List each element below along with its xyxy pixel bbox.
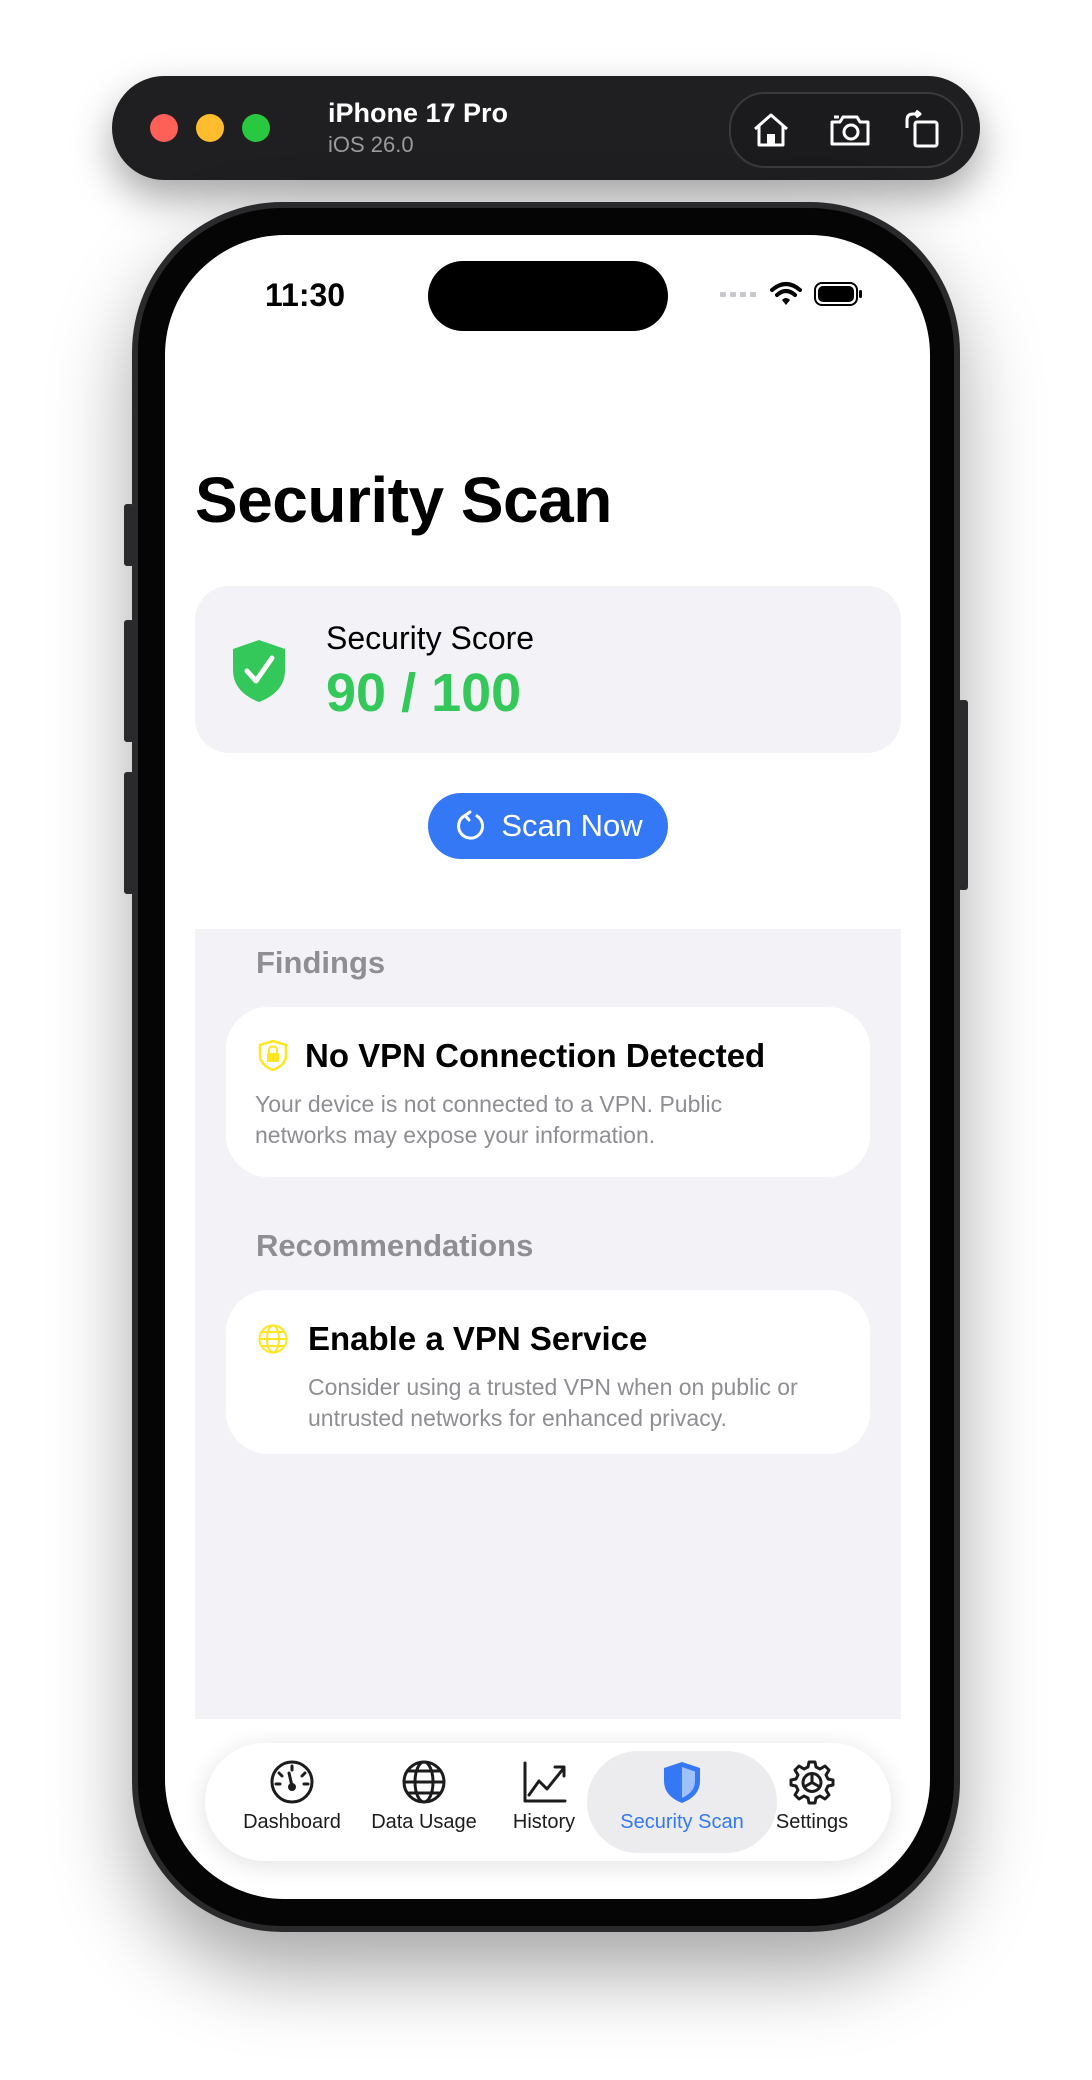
zoom-window-button[interactable] bbox=[242, 114, 270, 142]
home-icon[interactable] bbox=[749, 108, 793, 152]
tab-data-usage[interactable]: Data Usage bbox=[359, 1759, 489, 1834]
tab-label: Settings bbox=[775, 1811, 849, 1833]
tab-bar: Dashboard Data Usage History Security Sc… bbox=[205, 1743, 891, 1861]
battery-icon bbox=[814, 282, 862, 306]
tab-dashboard[interactable]: Dashboard bbox=[227, 1759, 357, 1834]
simulator-toolbar: iPhone 17 Pro iOS 26.0 bbox=[112, 76, 980, 180]
gear-icon bbox=[789, 1760, 835, 1805]
screenshot-icon[interactable] bbox=[828, 108, 872, 152]
minimize-window-button[interactable] bbox=[196, 114, 224, 142]
scan-now-label: Scan Now bbox=[501, 808, 643, 843]
tab-history[interactable]: History bbox=[479, 1759, 609, 1834]
gauge-icon bbox=[270, 1760, 314, 1804]
tab-label: Data Usage bbox=[371, 1811, 477, 1833]
simulator-tools bbox=[729, 92, 963, 168]
tab-security-scan[interactable]: Security Scan bbox=[617, 1759, 747, 1834]
globe-icon bbox=[258, 1324, 288, 1354]
finding-title: No VPN Connection Detected bbox=[305, 1037, 766, 1074]
recommendation-description-line: Consider using a trusted VPN when on pub… bbox=[308, 1374, 798, 1400]
globe-icon bbox=[402, 1760, 446, 1804]
security-score-value: 90 / 100 bbox=[326, 663, 522, 723]
scan-now-button[interactable]: Scan Now bbox=[428, 793, 668, 859]
security-score-label: Security Score bbox=[326, 620, 535, 656]
lock-shield-icon bbox=[258, 1039, 288, 1071]
page-title: Security Scan bbox=[195, 464, 612, 536]
os-version: iOS 26.0 bbox=[328, 132, 414, 157]
security-score-card: Security Score 90 / 100 bbox=[195, 586, 901, 753]
finding-description-line: Your device is not connected to a VPN. P… bbox=[255, 1091, 723, 1117]
rotate-icon[interactable] bbox=[901, 108, 945, 152]
shield-icon bbox=[664, 1762, 700, 1803]
chart-line-icon bbox=[523, 1761, 567, 1803]
findings-header: Findings bbox=[256, 945, 386, 980]
status-time: 11:30 bbox=[265, 277, 346, 313]
recommendation-description-line: untrusted networks for enhanced privacy. bbox=[308, 1405, 727, 1431]
results-list: Findings No VPN Connection Detected Your… bbox=[195, 929, 901, 1719]
tab-label: Security Scan bbox=[620, 1811, 744, 1833]
finding-description-line: networks may expose your information. bbox=[255, 1122, 656, 1148]
dynamic-island bbox=[428, 261, 668, 331]
recommendation-description: Consider using a trusted VPN when on pub… bbox=[308, 1372, 798, 1434]
close-window-button[interactable] bbox=[150, 114, 178, 142]
recommendation-card[interactable]: Enable a VPN Service Consider using a tr… bbox=[226, 1290, 870, 1454]
finding-description: Your device is not connected to a VPN. P… bbox=[255, 1089, 722, 1151]
finding-card[interactable]: No VPN Connection Detected Your device i… bbox=[226, 1007, 870, 1177]
tab-label: History bbox=[512, 1811, 576, 1833]
tab-label: Dashboard bbox=[243, 1811, 341, 1833]
signal-icon bbox=[720, 292, 756, 297]
refresh-icon bbox=[457, 810, 485, 840]
recommendations-header: Recommendations bbox=[256, 1228, 534, 1263]
wifi-icon bbox=[770, 282, 802, 305]
status-icons bbox=[720, 279, 864, 309]
shield-check-icon bbox=[233, 640, 285, 702]
tab-settings[interactable]: Settings bbox=[747, 1759, 877, 1834]
recommendation-title: Enable a VPN Service bbox=[308, 1320, 648, 1357]
device-name: iPhone 17 Pro bbox=[328, 98, 509, 128]
phone-screen: 11:30 Security Scan Security Score 90 / … bbox=[165, 235, 930, 1899]
